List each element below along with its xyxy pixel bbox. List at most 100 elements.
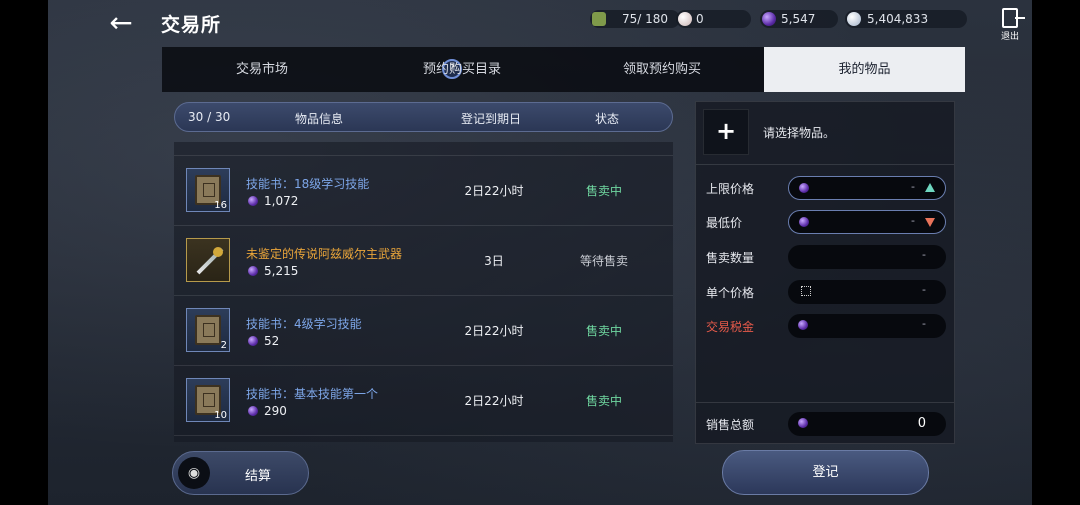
item-count: 2: [220, 340, 227, 351]
item-price: 5,215: [248, 264, 298, 278]
bag-capacity-icon: [592, 12, 606, 26]
sale-qty-field[interactable]: -: [788, 245, 946, 269]
purple-gem-icon: [798, 418, 808, 428]
unit-price-field[interactable]: -: [788, 280, 946, 304]
register-label: 登记: [812, 465, 839, 480]
item-price-value: 5,215: [264, 264, 299, 278]
item-name: 未鉴定的传说阿兹威尔主武器: [246, 247, 403, 261]
exchange-screen: ← 交易所 75/ 180 0 5,547 5,404,833 退出 交易市场 …: [48, 0, 1032, 505]
settle-button[interactable]: ◉ 结算: [172, 451, 309, 495]
sale-qty-value: -: [922, 248, 926, 261]
sell-panel: + 请选择物品。 上限价格 - 最低价 - 售卖数量 - 单个价格 - 交易税金…: [695, 101, 955, 444]
tax-label: 交易税金: [706, 320, 755, 334]
skill-book-icon: 10: [186, 378, 230, 422]
item-list[interactable]: 16 技能书：18级学习技能 1,072 2日22小时 售卖中 未鉴定的传说阿兹…: [174, 142, 673, 442]
unit-price-label: 单个价格: [706, 286, 755, 300]
item-expiry: 2日22小时: [464, 184, 524, 198]
list-item[interactable]: 10 技能书：基本技能第一个 290 2日22小时 售卖中: [174, 366, 673, 436]
tax-value: -: [922, 317, 926, 330]
item-price-value: 1,072: [264, 194, 299, 208]
unit-price-value: -: [922, 283, 926, 296]
tab-my-items[interactable]: 我的物品: [764, 47, 965, 92]
divider: [696, 164, 954, 165]
min-price-value: -: [911, 214, 915, 227]
col-expiry-date: 登记到期日: [461, 112, 522, 126]
item-price: 1,072: [248, 194, 298, 208]
item-name: 技能书：基本技能第一个: [246, 387, 379, 401]
item-price: 290: [248, 404, 287, 418]
money-bag-icon: ◉: [178, 457, 210, 489]
back-arrow-icon[interactable]: ←: [106, 8, 136, 38]
skill-book-icon: 2: [186, 308, 230, 352]
sword-icon: [186, 238, 230, 282]
item-count: 10: [214, 410, 227, 421]
total-value: 0: [917, 416, 926, 431]
list-item[interactable]: 16 技能书：18级学习技能 1,072 2日22小时 售卖中: [174, 156, 673, 226]
currency-silver: 5,404,833: [845, 10, 967, 28]
exit-button[interactable]: 退出: [998, 8, 1025, 42]
calculator-icon[interactable]: [801, 286, 811, 296]
tab-claim-reservation[interactable]: 领取预约购买: [562, 47, 762, 92]
upper-price-field[interactable]: -: [788, 176, 946, 200]
sale-qty-label: 售卖数量: [706, 251, 755, 265]
exit-door-icon: [1002, 8, 1025, 28]
tab-reservation-list[interactable]: 预约购买目录: [362, 47, 562, 92]
currency-gem: 5,547: [760, 10, 838, 28]
min-price-label: 最低价: [706, 216, 743, 230]
divider: [696, 402, 954, 403]
list-count: 30 / 30: [188, 110, 231, 124]
tab-reservation-list-label: 预约购买目录: [422, 62, 501, 77]
item-expiry: 2日22小时: [464, 324, 524, 338]
item-name: 技能书：18级学习技能: [246, 177, 370, 191]
list-header: 30 / 30 物品信息 登记到期日 状态: [174, 102, 673, 132]
purple-gem-icon: [248, 196, 258, 206]
total-label: 销售总额: [706, 418, 755, 432]
register-button[interactable]: 登记: [722, 450, 929, 495]
col-status: 状态: [595, 112, 620, 126]
silver-coin-icon: [847, 12, 861, 26]
col-item-info: 物品信息: [295, 112, 344, 126]
upper-price-label: 上限价格: [706, 182, 755, 196]
purple-gem-icon: [799, 183, 809, 193]
item-price-value: 52: [264, 334, 280, 348]
pearl-icon: [678, 12, 692, 26]
total-field: 0: [788, 412, 946, 436]
add-item-button[interactable]: +: [703, 109, 749, 155]
item-status: 售卖中: [585, 184, 622, 198]
purple-gem-icon: [762, 12, 776, 26]
purple-gem-icon: [248, 266, 258, 276]
arrow-up-icon[interactable]: [925, 183, 935, 192]
item-status: 售卖中: [585, 394, 622, 408]
item-status: 等待售卖: [579, 254, 628, 268]
item-expiry: 2日22小时: [464, 394, 524, 408]
purple-gem-icon: [248, 336, 258, 346]
item-status: 售卖中: [585, 324, 622, 338]
currency-pearl: 0: [676, 10, 751, 28]
silver-value: 5,404,833: [867, 12, 929, 26]
item-expiry: 3日: [484, 254, 504, 268]
currency-bag: 75/ 180: [590, 10, 680, 28]
list-item-partial[interactable]: [174, 142, 673, 156]
page-title: 交易所: [161, 14, 222, 36]
item-name: 技能书：4级学习技能: [246, 317, 362, 331]
tax-field: -: [788, 314, 946, 338]
list-item[interactable]: 未鉴定的传说阿兹威尔主武器 5,215 3日 等待售卖: [174, 226, 673, 296]
tab-bar: 交易市场 ? 预约购买目录 领取预约购买 我的物品: [162, 47, 965, 92]
upper-price-value: -: [911, 180, 915, 193]
exit-label: 退出: [1000, 32, 1019, 42]
arrow-down-icon[interactable]: [925, 218, 935, 227]
item-count: 16: [214, 200, 227, 211]
tab-my-items-label: 我的物品: [838, 62, 891, 77]
item-price: 52: [248, 334, 279, 348]
min-price-field[interactable]: -: [788, 210, 946, 234]
item-price-value: 290: [264, 404, 287, 418]
tab-claim-reservation-label: 领取预约购买: [622, 62, 701, 77]
tab-market[interactable]: 交易市场: [162, 47, 362, 92]
settle-label: 结算: [245, 469, 272, 484]
purple-gem-icon: [799, 217, 809, 227]
bag-capacity-value: 75/ 180: [622, 12, 669, 26]
select-item-prompt: 请选择物品。: [763, 126, 836, 140]
pearl-value: 0: [696, 12, 704, 26]
list-item[interactable]: 2 技能书：4级学习技能 52 2日22小时 售卖中: [174, 296, 673, 366]
gem-value: 5,547: [781, 12, 816, 26]
